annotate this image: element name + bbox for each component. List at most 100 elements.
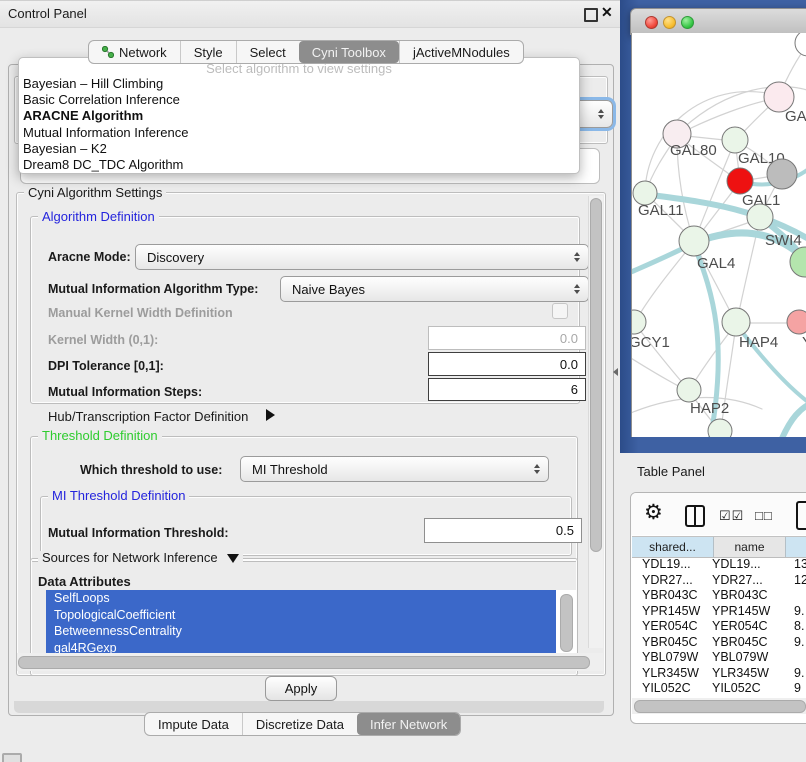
table-hscroll-thumb[interactable] bbox=[634, 700, 806, 713]
aracne-mode-combo[interactable]: Discovery bbox=[135, 244, 589, 270]
manual-kernel-checkbox[interactable] bbox=[552, 303, 568, 319]
tab-jactivemnodules[interactable]: jActiveMNodules bbox=[399, 41, 523, 63]
tab-style[interactable]: Style bbox=[180, 41, 236, 63]
table-header-row: shared...name bbox=[632, 536, 806, 558]
combo-arrows-icon bbox=[534, 464, 540, 474]
network-node-hap4[interactable] bbox=[722, 308, 750, 336]
mi-steps-field[interactable]: 6 bbox=[428, 378, 586, 401]
attributes-scrollbar[interactable] bbox=[560, 594, 573, 652]
settings-vscroll-track[interactable] bbox=[588, 196, 603, 648]
dpi-tolerance-field[interactable]: 0.0 bbox=[428, 352, 586, 376]
checked-columns-icon[interactable]: ☑☑ bbox=[719, 508, 744, 524]
table-cell: YDR27... bbox=[642, 573, 693, 587]
algorithm-option-bayesian-k2[interactable]: Bayesian – K2 bbox=[19, 141, 579, 157]
tab-network[interactable]: Network bbox=[89, 41, 180, 63]
which-threshold-combo[interactable]: MI Threshold bbox=[240, 456, 549, 482]
zoom-window-icon[interactable] bbox=[681, 16, 694, 29]
tab-select[interactable]: Select bbox=[236, 41, 299, 63]
table-row[interactable]: YDL19...YDL19...13 bbox=[632, 557, 806, 573]
attribute-item-topologicalcoefficient[interactable]: TopologicalCoefficient bbox=[46, 607, 556, 624]
gear-icon[interactable]: ⚙ bbox=[644, 500, 663, 525]
combo-arrows-icon bbox=[598, 109, 604, 119]
network-node[interactable] bbox=[767, 159, 797, 189]
tab-infer-network[interactable]: Infer Network bbox=[357, 713, 460, 735]
algorithm-option-dream8-dc-tdc-algorithm[interactable]: Dream8 DC_TDC Algorithm bbox=[19, 157, 579, 173]
attribute-item-betweennesscentrality[interactable]: BetweennessCentrality bbox=[46, 623, 556, 640]
table-row[interactable]: YLR345WYLR345W9. bbox=[632, 666, 806, 682]
split-panel-icon[interactable] bbox=[685, 505, 705, 527]
algorithm-option-basic-correlation-inference[interactable]: Basic Correlation Inference bbox=[19, 92, 579, 108]
column-header-shared[interactable]: shared... bbox=[632, 537, 714, 557]
control-panel-tab-bar: NetworkStyle Select Cyni ToolboxjActiveMNo… bbox=[88, 40, 524, 64]
kernel-width-field[interactable]: 0.0 bbox=[428, 326, 586, 350]
tab-impute-data[interactable]: Impute Data bbox=[145, 713, 242, 735]
algorithm-popup-list: Bayesian – Hill ClimbingBasic Correlatio… bbox=[19, 76, 579, 173]
tab-infer-network-label: Infer Network bbox=[370, 717, 447, 732]
file-icon[interactable] bbox=[796, 501, 806, 530]
data-attributes-label: Data Attributes bbox=[38, 574, 131, 589]
network-node[interactable] bbox=[795, 33, 806, 56]
apply-button[interactable]: Apply bbox=[265, 676, 337, 701]
settings-hscroll-track[interactable] bbox=[17, 653, 603, 671]
float-panel-icon[interactable] bbox=[584, 8, 598, 22]
tab-select-label: Select bbox=[250, 45, 286, 60]
table-row[interactable]: YDR27...YDR27...12 bbox=[632, 573, 806, 589]
column-header-name[interactable]: name bbox=[714, 537, 786, 557]
table-row[interactable]: YPR145WYPR145W9. bbox=[632, 604, 806, 620]
hub-tf-definition-label[interactable]: Hub/Transcription Factor Definition bbox=[48, 409, 248, 424]
network-window-titlebar[interactable] bbox=[630, 8, 806, 35]
network-node-hap2[interactable] bbox=[677, 378, 701, 402]
unchecked-columns-icon[interactable]: □□ bbox=[755, 508, 773, 523]
network-node-swi4[interactable] bbox=[747, 204, 773, 230]
network-canvas[interactable]: GALGAL80GAL10GAL1GAL11SWI4GAL4GCY1HAP4YH… bbox=[631, 33, 806, 437]
tab-discretize-data[interactable]: Discretize Data bbox=[242, 713, 357, 735]
table-hscroll-track[interactable] bbox=[632, 698, 806, 714]
tab-cyni-toolbox[interactable]: Cyni Toolbox bbox=[299, 41, 399, 63]
combo-arrows-icon bbox=[574, 284, 580, 294]
network-graph-icon bbox=[102, 46, 114, 58]
network-node-gcy1[interactable] bbox=[632, 310, 646, 334]
table-row[interactable]: YIL052CYIL052C9 bbox=[632, 681, 806, 696]
attribute-item-selfloops[interactable]: SelfLoops bbox=[46, 590, 556, 607]
column-header-col2[interactable] bbox=[786, 537, 806, 557]
data-attributes-items: SelfLoopsTopologicalCoefficientBetweenne… bbox=[46, 590, 576, 656]
dpi-tolerance-label: DPI Tolerance [0,1]: bbox=[48, 359, 164, 373]
application-root: Control Panel ✕ NetworkStyle Select Cyni T… bbox=[0, 0, 806, 762]
network-node-y[interactable] bbox=[787, 310, 806, 334]
minimize-window-icon[interactable] bbox=[663, 16, 676, 29]
table-cell: YLR345W bbox=[642, 666, 699, 680]
algorithm-option-aracne-algorithm[interactable]: ARACNE Algorithm bbox=[19, 108, 579, 124]
table-row[interactable]: YER054CYER054C8. bbox=[632, 619, 806, 635]
table-cell: YBR045C bbox=[712, 635, 768, 649]
collapse-arrow-icon[interactable] bbox=[227, 554, 239, 563]
expand-arrow-icon[interactable] bbox=[266, 409, 275, 421]
dpi-tolerance-value: 0.0 bbox=[560, 357, 578, 372]
settings-hscroll-thumb[interactable] bbox=[18, 656, 590, 669]
table-row[interactable]: YBL079WYBL079W bbox=[632, 650, 806, 666]
table-cell: YER054C bbox=[642, 619, 698, 633]
settings-vscroll-thumb[interactable] bbox=[590, 198, 602, 552]
mi-steps-label: Mutual Information Steps: bbox=[48, 385, 202, 399]
combo-arrows-icon bbox=[574, 252, 580, 262]
mi-algorithm-type-combo[interactable]: Naive Bayes bbox=[280, 276, 589, 302]
node-label-hap4: HAP4 bbox=[739, 334, 778, 351]
control-panel-title: Control Panel bbox=[8, 6, 87, 21]
network-node-gal1[interactable] bbox=[727, 168, 753, 194]
collapsed-panel-button[interactable] bbox=[2, 753, 22, 762]
network-node-gal4[interactable] bbox=[679, 226, 709, 256]
splitpane-grabber-icon[interactable] bbox=[613, 368, 618, 376]
sources-legend[interactable]: Sources for Network Inference bbox=[38, 551, 243, 564]
algorithm-option-mutual-information-inference[interactable]: Mutual Information Inference bbox=[19, 125, 579, 141]
table-row[interactable]: YBR043CYBR043C bbox=[632, 588, 806, 604]
mi-threshold-definition-legend: MI Threshold Definition bbox=[48, 489, 189, 502]
algorithm-option-bayesian-hill-climbing[interactable]: Bayesian – Hill Climbing bbox=[19, 76, 579, 92]
mi-threshold-field[interactable]: 0.5 bbox=[424, 518, 582, 543]
node-label-hap2: HAP2 bbox=[690, 400, 729, 417]
table-cell: YPR145W bbox=[712, 604, 770, 618]
algorithm-dropdown-popup: Select algorithm to view settings Bayesi… bbox=[18, 57, 580, 174]
close-panel-icon[interactable]: ✕ bbox=[601, 4, 613, 21]
network-edge-thick bbox=[780, 401, 806, 437]
node-label-gal11: GAL11 bbox=[638, 202, 684, 219]
close-window-icon[interactable] bbox=[645, 16, 658, 29]
table-row[interactable]: YBR045CYBR045C9. bbox=[632, 635, 806, 651]
